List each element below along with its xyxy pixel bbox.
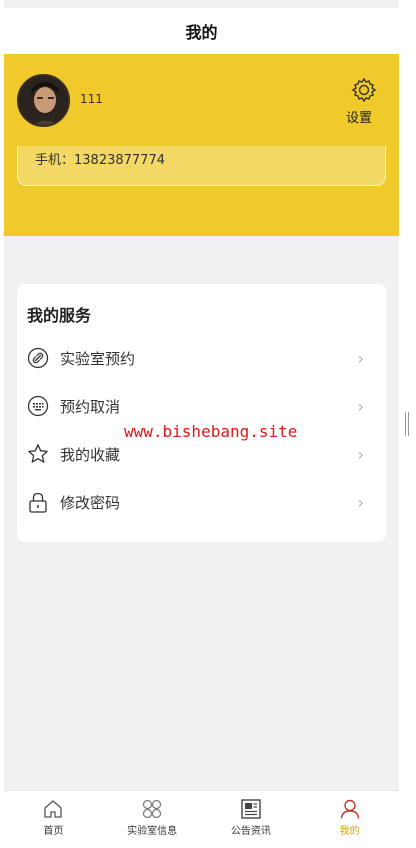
- home-icon: [44, 800, 63, 818]
- settings-button[interactable]: 设置: [344, 76, 384, 126]
- grid-icon: [143, 799, 162, 819]
- service-item-cancel-booking[interactable]: 预约取消 ›: [17, 386, 386, 426]
- tab-announcements[interactable]: 公告资讯: [202, 791, 301, 840]
- page-title: 我的: [185, 23, 218, 42]
- profile-header: 111 设置 手机：13823877774: [4, 54, 399, 236]
- bottom-strip: [0, 840, 416, 848]
- chevron-right-icon: ›: [357, 492, 364, 512]
- services-title: 我的服务: [27, 306, 92, 325]
- chevron-right-icon: ›: [357, 396, 364, 416]
- chevron-right-icon: ›: [357, 444, 364, 464]
- phone-number: 手机：13823877774: [35, 153, 165, 168]
- bottom-tab-bar: 首页 实验室信息 公告资讯 我的: [4, 790, 399, 840]
- avatar-image: [19, 76, 68, 125]
- service-label: 修改密码: [60, 493, 121, 512]
- link-icon: [27, 347, 49, 369]
- contact-card: 手机：13823877774: [17, 146, 386, 186]
- service-item-change-password[interactable]: 修改密码 ›: [17, 482, 386, 522]
- top-bar: 我的: [4, 8, 399, 54]
- chevron-right-icon: ›: [357, 348, 364, 368]
- tab-lab-info[interactable]: 实验室信息: [103, 791, 202, 840]
- watermark: www.bishebang.site: [124, 422, 298, 441]
- services-card: 我的服务 实验室预约 › 预约取消 › 我的收藏 › 修改密码 ›: [17, 284, 386, 542]
- star-icon: [28, 444, 48, 463]
- user-icon: [340, 799, 359, 819]
- service-label: 我的收藏: [60, 445, 121, 464]
- lock-icon: [29, 492, 47, 513]
- avatar[interactable]: [17, 74, 70, 127]
- tab-home[interactable]: 首页: [4, 791, 103, 840]
- tab-label: 我的: [339, 826, 360, 837]
- gear-icon: [351, 77, 377, 103]
- tab-label: 实验室信息: [127, 826, 178, 837]
- service-item-lab-booking[interactable]: 实验室预约 ›: [17, 338, 386, 378]
- service-label: 实验室预约: [60, 349, 136, 368]
- tab-label: 首页: [43, 826, 64, 837]
- news-icon: [241, 799, 261, 819]
- tab-profile[interactable]: 我的: [300, 791, 399, 840]
- settings-label: 设置: [346, 111, 373, 126]
- username: 111: [80, 92, 103, 106]
- scrollbar-handle[interactable]: [405, 412, 409, 436]
- tab-label: 公告资讯: [230, 826, 271, 837]
- service-label: 预约取消: [60, 397, 121, 416]
- keyboard-icon: [27, 395, 49, 417]
